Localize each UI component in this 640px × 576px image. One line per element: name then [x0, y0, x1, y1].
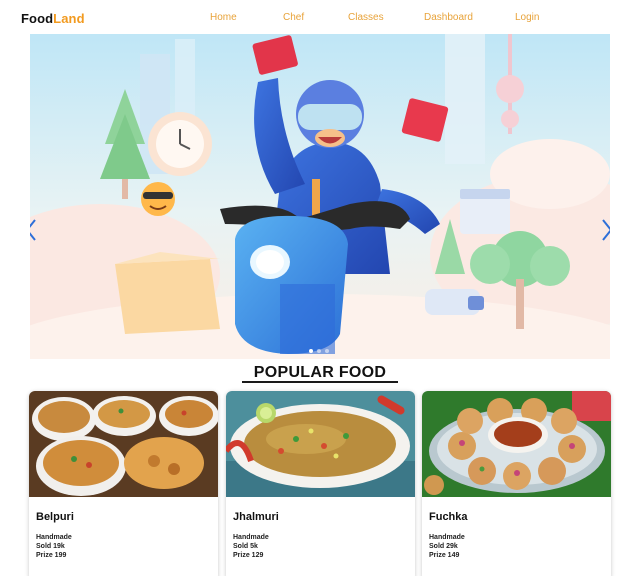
section-title-underline: [242, 381, 398, 383]
brand-logo-part2: Land: [53, 11, 85, 26]
food-image-jhalmuri: [226, 391, 415, 497]
nav-link-classes[interactable]: Classes: [348, 12, 384, 23]
food-card-jhalmuri[interactable]: Jhalmuri Handmade Sold 5k Prize 129: [226, 391, 415, 576]
brand-logo-part1: Food: [21, 11, 54, 26]
carousel-dot-3[interactable]: [325, 349, 329, 353]
food-price: Prize 199: [36, 552, 67, 559]
food-tag: Handmade: [36, 534, 72, 541]
nav-link-chef[interactable]: Chef: [283, 12, 304, 23]
food-name: Fuchka: [429, 511, 468, 523]
section-title: POPULAR FOOD: [253, 364, 387, 381]
nav-link-dashboard[interactable]: Dashboard: [424, 12, 473, 23]
hero-carousel[interactable]: [30, 34, 610, 359]
navbar: FoodLand Home Chef Classes Dashboard Log…: [0, 0, 640, 34]
food-card-fuchka[interactable]: Fuchka Handmade Sold 29k Prize 149: [422, 391, 611, 576]
carousel-indicators: [309, 349, 329, 353]
carousel-next-button[interactable]: [600, 218, 610, 242]
chevron-right-icon: [602, 219, 610, 241]
food-tag: Handmade: [233, 534, 269, 541]
food-image-belpuri: [29, 391, 218, 497]
carousel-dot-1[interactable]: [309, 349, 313, 353]
food-sold: Sold 29k: [429, 543, 458, 550]
food-card-belpuri[interactable]: Belpuri Handmade Sold 19k Prize 199: [29, 391, 218, 576]
food-tag: Handmade: [429, 534, 465, 541]
carousel-dot-2[interactable]: [317, 349, 321, 353]
nav-link-login[interactable]: Login: [515, 12, 539, 23]
food-name: Belpuri: [36, 511, 74, 523]
food-sold: Sold 5k: [233, 543, 258, 550]
food-name: Jhalmuri: [233, 511, 279, 523]
chevron-left-icon: [30, 219, 36, 241]
food-price: Prize 129: [233, 552, 264, 559]
food-sold: Sold 19k: [36, 543, 65, 550]
brand-logo[interactable]: FoodLand: [21, 11, 85, 26]
food-image-fuchka: [422, 391, 611, 497]
hero-slide-illustration: [30, 34, 610, 359]
nav-link-home[interactable]: Home: [210, 12, 237, 23]
carousel-prev-button[interactable]: [30, 218, 38, 242]
food-price: Prize 149: [429, 552, 460, 559]
